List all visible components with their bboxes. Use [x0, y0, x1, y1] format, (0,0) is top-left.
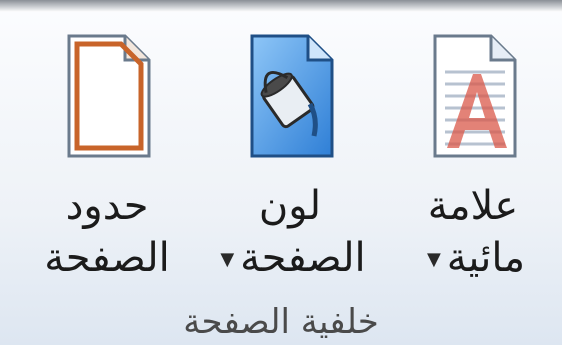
group-title: خلفية الصفحة: [183, 302, 379, 342]
chevron-down-icon: ▼: [426, 249, 441, 270]
page-borders-label-line1: حدود: [65, 183, 149, 229]
watermark-label-line2: مائية▼: [388, 234, 558, 284]
watermark-label-line1: علامة: [427, 183, 519, 229]
chevron-down-icon: ▼: [220, 249, 235, 270]
page-color-label-line1: لون: [258, 183, 322, 229]
page-color-label-line2-text: الصفحة: [240, 235, 366, 281]
paint-bucket-icon: [250, 34, 334, 158]
watermark-icon: [433, 34, 517, 158]
page-borders-button[interactable]: حدود الصفحة: [22, 12, 192, 281]
page-color-button[interactable]: لون الصفحة▼: [205, 12, 375, 281]
page-color-label-line2: الصفحة▼: [205, 234, 375, 284]
watermark-button[interactable]: علامة مائية▼: [388, 12, 558, 281]
page-borders-label-line2: الصفحة: [44, 235, 170, 281]
ribbon-top-border: [0, 0, 562, 12]
page-borders-icon: [67, 34, 151, 158]
page-background-group: علامة مائية▼ لون الصفحة▼ حدود الصفحة خلف…: [0, 12, 562, 345]
watermark-label-line2-text: مائية: [446, 235, 526, 281]
